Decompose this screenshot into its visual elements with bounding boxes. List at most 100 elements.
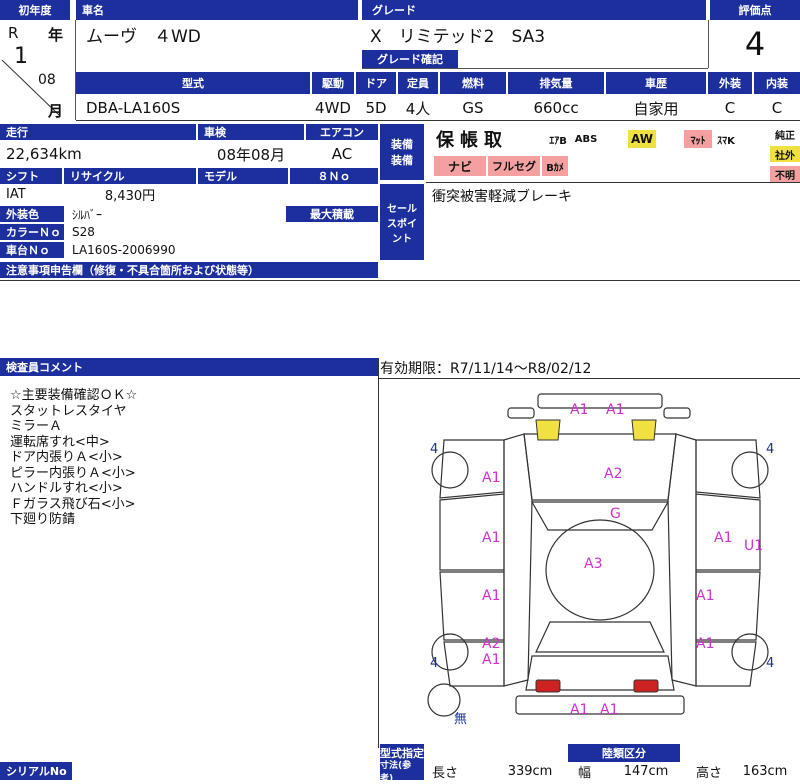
interior-header: 内装 — [754, 72, 800, 94]
score-header: 評価点 — [710, 0, 800, 20]
aftermarket-tag: 社外 — [770, 146, 800, 162]
car-name-header: 車名 — [76, 0, 358, 20]
color-header: 外装色 — [0, 206, 64, 222]
smartkey-tag: ｽﾏK — [717, 135, 735, 147]
shift-header: シフト — [0, 168, 62, 184]
comment-list: ☆主要装備確認ＯＫ☆ スタットレスタイヤ ミラーＡ 運転席すれ<中> ドア内張りＡ<小>… — [10, 388, 370, 528]
damage-mark: A1 — [570, 402, 589, 418]
serial-header: シリアルNo — [0, 762, 72, 780]
chassis-value: LA160S-2006990 — [72, 243, 176, 257]
damage-mark: A1 — [482, 470, 501, 486]
divider — [378, 378, 800, 379]
comment-line: スタットレスタイヤ — [10, 403, 127, 419]
grade-confirm-label: グレード確記 — [362, 50, 458, 68]
divider — [362, 68, 708, 69]
color-no-value: S28 — [72, 225, 95, 239]
capacity-header: 定員 — [398, 72, 438, 94]
damage-mark: A1 — [482, 652, 501, 668]
fuel-value: GS — [462, 99, 484, 117]
model-header: 型式 — [76, 72, 310, 94]
validity-period: 有効期限：R7/11/14〜R8/02/12 — [380, 361, 592, 377]
divider — [708, 20, 709, 68]
displacement-value: 660cc — [533, 99, 579, 117]
divider — [0, 280, 800, 281]
damage-mark: A1 — [696, 588, 715, 604]
airbag-tag: ｴｱB — [549, 135, 567, 147]
height-label: 高さ — [696, 765, 723, 781]
sales-point-text: 衝突被害軽減ブレーキ — [432, 189, 572, 205]
aircon-header: エアコン — [306, 124, 378, 140]
mat-tag: ﾏｯﾄ — [684, 130, 712, 148]
hosho-mark: 保 — [436, 130, 460, 151]
inspection-header: 車検 — [198, 124, 304, 140]
comment-line: ミラーＡ — [10, 419, 63, 434]
techo-mark: 帳 — [460, 130, 484, 151]
era: R — [8, 24, 19, 42]
damage-mark: A1 — [570, 702, 589, 718]
navi-tag: ナビ — [434, 156, 486, 176]
damage-mark: A1 — [600, 702, 619, 718]
abs-tag: ABS — [574, 133, 598, 145]
inspector-comment-header: 検査員コメント — [0, 358, 378, 376]
damage-mark: A2 — [482, 636, 501, 652]
model-year-header: モデル — [198, 168, 288, 184]
aircon-value: AC — [331, 145, 353, 163]
length-value: 339cm — [507, 763, 553, 779]
year-unit: 年 — [48, 26, 64, 44]
eightno-header: ８Ｎｏ — [290, 168, 378, 184]
month-unit: 月 — [48, 102, 64, 120]
interior-value: C — [771, 99, 783, 117]
capacity-value: 4人 — [405, 99, 431, 118]
damage-mark: A1 — [714, 530, 733, 546]
comment-line: 下廻り防錆 — [10, 512, 76, 527]
divider — [426, 182, 800, 183]
aw-tag: AW — [628, 130, 656, 148]
exterior-header: 外装 — [708, 72, 752, 94]
fullseg-tag: フルセグ — [488, 156, 540, 176]
unknown-tag: 不明 — [770, 166, 800, 182]
damage-marks: A1 A1 A2 A1 A1 G A1 A1 A3 A1 A1 A2 A1 U1 A1 A1 4 4 4 4 無 — [420, 390, 780, 730]
record-book-marks: 保帳取 — [436, 126, 508, 152]
drive-header: 駆動 — [312, 72, 354, 94]
damage-mark: A2 — [604, 466, 623, 482]
genuine-tag: 純正 — [775, 130, 795, 142]
damage-mark: A1 — [482, 530, 501, 546]
mileage-value: 22,634km — [6, 145, 82, 163]
comment-line: ドア内張りＡ<小> — [10, 450, 123, 465]
drive-value: 4WD — [315, 99, 351, 117]
car-name: ムーヴ ４WD — [86, 26, 201, 47]
sales-point-header: セールスポイント — [380, 184, 424, 260]
equipment-header: 装備 装備 — [380, 124, 424, 180]
score-value: 4 — [744, 25, 766, 63]
recycle-header: リサイクル — [64, 168, 196, 184]
usage-value: 自家用 — [633, 99, 679, 118]
height-value: 163cm — [742, 763, 788, 779]
displacement-header: 排気量 — [508, 72, 604, 94]
inspection-value: 08年08月 — [216, 145, 286, 164]
color-no-header: カラーＮｏ — [0, 224, 64, 240]
torisetsu-mark: 取 — [484, 130, 508, 151]
grade-header: グレード — [362, 0, 706, 20]
first-reg-block: R 年 1 08 月 — [0, 20, 76, 120]
tire-depth: 4 — [430, 656, 439, 671]
width-label: 幅 — [578, 765, 592, 781]
comment-line: 運転席すれ<中> — [10, 434, 110, 450]
door-value: 5D — [365, 99, 387, 117]
damage-mark: G — [610, 506, 621, 522]
divider — [76, 120, 800, 121]
chassis-header: 車台Ｎｏ — [0, 242, 64, 258]
shift-value: IAT — [6, 186, 26, 202]
damage-mark: A3 — [584, 556, 603, 572]
tire-depth: 4 — [766, 656, 775, 671]
tire-depth: 4 — [766, 442, 775, 457]
model-value: DBA-LA160S — [86, 99, 181, 117]
comment-line: ピラー内張りＡ<小> — [10, 465, 136, 481]
comment-line: ☆主要装備確認ＯＫ☆ — [10, 388, 138, 403]
comment-line: Ｆガラス飛び石<小> — [10, 496, 136, 512]
first-reg-header: 初年度 — [0, 0, 70, 20]
comment-line: ハンドルすれ<小> — [10, 481, 123, 496]
maxload-header: 最大積載 — [286, 206, 378, 222]
damage-mark: A1 — [482, 588, 501, 604]
usage-header: 車歴 — [606, 72, 706, 94]
damage-mark: A1 — [606, 402, 625, 418]
